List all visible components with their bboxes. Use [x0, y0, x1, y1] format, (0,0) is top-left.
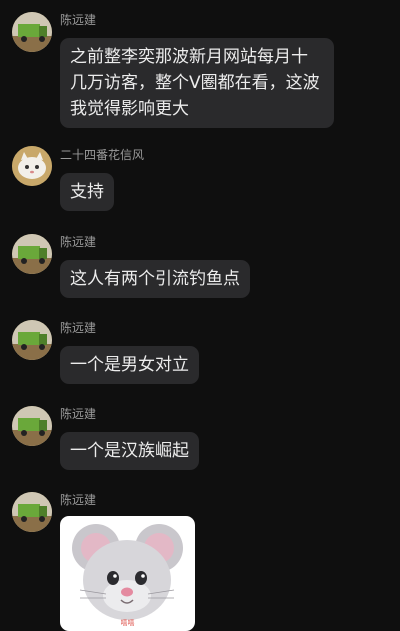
- sender-avatar[interactable]: [12, 492, 52, 532]
- sender-name: 陈远建: [60, 493, 97, 507]
- truck-avatar-icon: [12, 12, 52, 52]
- mouse-memoji-icon: [72, 524, 183, 620]
- message-bubble[interactable]: 之前整李奕那波新月网站每月十几万访客，整个V圈都在看，这波我觉得影响更大: [60, 38, 334, 128]
- message-bubble[interactable]: 一个是男女对立: [60, 346, 199, 384]
- sender-name: 陈远建: [60, 407, 97, 421]
- sender-name: 陈远建: [60, 13, 97, 27]
- truck-avatar-icon: [12, 320, 52, 360]
- sender-avatar[interactable]: [12, 12, 52, 52]
- message-bubble[interactable]: 这人有两个引流钓鱼点: [60, 260, 250, 298]
- sender-avatar[interactable]: [12, 146, 52, 186]
- sender-name: 陈远建: [60, 235, 97, 249]
- truck-avatar-icon: [12, 406, 52, 446]
- sender-avatar[interactable]: [12, 320, 52, 360]
- truck-avatar-icon: [12, 492, 52, 532]
- sender-avatar[interactable]: [12, 234, 52, 274]
- sender-avatar[interactable]: [12, 406, 52, 446]
- message-bubble[interactable]: 支持: [60, 173, 114, 211]
- cat-avatar-icon: [12, 146, 52, 186]
- chat-message-list[interactable]: 陈远建 之前整李奕那波新月网站每月十几万访客，整个V圈都在看，这波我觉得影响更大…: [0, 0, 400, 631]
- sender-name: 二十四番花信风: [60, 148, 145, 162]
- message-bubble[interactable]: 一个是汉族崛起: [60, 432, 199, 470]
- sticker-caption: 嘻嘻: [120, 619, 135, 627]
- sender-name: 陈远建: [60, 321, 97, 335]
- sticker-message[interactable]: 嘻嘻: [60, 516, 195, 631]
- truck-avatar-icon: [12, 234, 52, 274]
